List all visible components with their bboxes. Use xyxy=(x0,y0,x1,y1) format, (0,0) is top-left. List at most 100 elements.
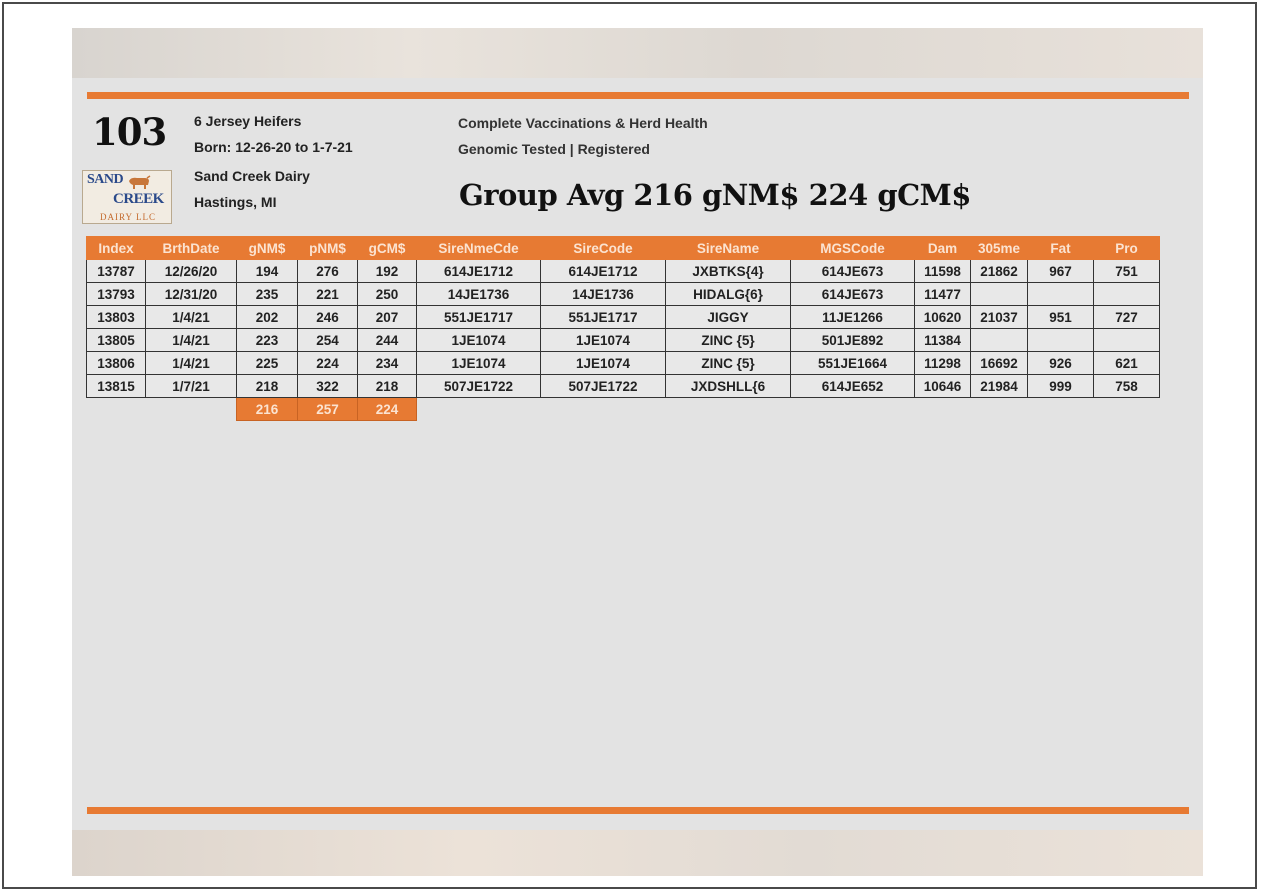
table-cell xyxy=(970,282,1028,306)
table-cell: 507JE1722 xyxy=(540,374,666,398)
table-cell: JXDSHLL{6 xyxy=(665,374,791,398)
table-cell: 221 xyxy=(297,282,358,306)
table-cell: 1JE1074 xyxy=(416,328,541,352)
table-cell: 926 xyxy=(1027,351,1094,375)
table-row: 13805 1/4/21 223 254 244 1JE1074 1JE1074… xyxy=(86,328,1160,352)
group-average-heading: Group Avg 216 gNM$ 224 gCM$ xyxy=(459,178,971,212)
header-gcm: gCM$ xyxy=(357,236,417,260)
logo-word-dairy: DAIRY LLC xyxy=(100,212,156,222)
lot-number: 103 xyxy=(92,110,167,154)
table-cell: 246 xyxy=(297,305,358,329)
table-cell: 614JE673 xyxy=(790,259,915,283)
table-cell xyxy=(1093,282,1160,306)
table-cell: 1/4/21 xyxy=(145,328,237,352)
table-cell: 202 xyxy=(236,305,298,329)
table-cell: 758 xyxy=(1093,374,1160,398)
table-cell: 12/26/20 xyxy=(145,259,237,283)
table-cell: 250 xyxy=(357,282,417,306)
avg-gcm: 224 xyxy=(357,397,417,421)
header-sire-name-code: SireNmeCde xyxy=(416,236,541,260)
table-row: 13803 1/4/21 202 246 207 551JE1717 551JE… xyxy=(86,305,1160,329)
table-cell: 13787 xyxy=(86,259,146,283)
header-index: Index xyxy=(86,236,146,260)
table-cell: 507JE1722 xyxy=(416,374,541,398)
table-cell: 13815 xyxy=(86,374,146,398)
table-cell xyxy=(1027,282,1094,306)
avg-pnm: 257 xyxy=(297,397,358,421)
header-gnm: gNM$ xyxy=(236,236,298,260)
table-cell: 999 xyxy=(1027,374,1094,398)
table-cell: JXBTKS{4} xyxy=(665,259,791,283)
vaccinations-line: Complete Vaccinations & Herd Health xyxy=(458,115,708,131)
header-dam: Dam xyxy=(914,236,971,260)
table-cell xyxy=(970,328,1028,352)
table-cell: ZINC {5} xyxy=(665,328,791,352)
table-cell: 192 xyxy=(357,259,417,283)
table-cell: 1/7/21 xyxy=(145,374,237,398)
table-cell: 322 xyxy=(297,374,358,398)
table-cell: 551JE1664 xyxy=(790,351,915,375)
table-cell: 501JE892 xyxy=(790,328,915,352)
lot-title: 6 Jersey Heifers xyxy=(194,113,302,129)
table-cell: 207 xyxy=(357,305,417,329)
table-cell: 21037 xyxy=(970,305,1028,329)
sand-creek-logo: SAND CREEK DAIRY LLC xyxy=(82,170,172,224)
header-sire-name: SireName xyxy=(665,236,791,260)
table-cell: 614JE1712 xyxy=(540,259,666,283)
born-range: Born: 12-26-20 to 1-7-21 xyxy=(194,139,353,155)
table-cell: 614JE1712 xyxy=(416,259,541,283)
farm-location: Hastings, MI xyxy=(194,194,277,210)
table-cell: 234 xyxy=(357,351,417,375)
table-cell: 1/4/21 xyxy=(145,351,237,375)
heifer-table: Index BrthDate gNM$ pNM$ gCM$ SireNmeCde… xyxy=(86,236,1160,421)
table-row: 13793 12/31/20 235 221 250 14JE1736 14JE… xyxy=(86,282,1160,306)
table-cell: 244 xyxy=(357,328,417,352)
lot-description: 6 Jersey Heifers Born: 12-26-20 to 1-7-2… xyxy=(194,108,353,160)
header-305me: 305me xyxy=(970,236,1028,260)
table-cell: 12/31/20 xyxy=(145,282,237,306)
table-cell: 276 xyxy=(297,259,358,283)
table-row: 13787 12/26/20 194 276 192 614JE1712 614… xyxy=(86,259,1160,283)
sale-sheet: 103 6 Jersey Heifers Born: 12-26-20 to 1… xyxy=(72,28,1203,876)
table-cell: 11477 xyxy=(914,282,971,306)
top-orange-rule xyxy=(87,92,1189,99)
table-row: 13806 1/4/21 225 224 234 1JE1074 1JE1074… xyxy=(86,351,1160,375)
table-cell: 967 xyxy=(1027,259,1094,283)
header-pnm: pNM$ xyxy=(297,236,358,260)
table-cell: 13793 xyxy=(86,282,146,306)
table-cell: 225 xyxy=(236,351,298,375)
table-cell: 1JE1074 xyxy=(416,351,541,375)
table-cell: 1/4/21 xyxy=(145,305,237,329)
table-cell: 21984 xyxy=(970,374,1028,398)
farm-info: Sand Creek Dairy Hastings, MI xyxy=(194,163,310,215)
table-cell: 621 xyxy=(1093,351,1160,375)
table-cell: 235 xyxy=(236,282,298,306)
table-cell: 13803 xyxy=(86,305,146,329)
table-cell: 727 xyxy=(1093,305,1160,329)
table-cell: ZINC {5} xyxy=(665,351,791,375)
table-cell: 218 xyxy=(236,374,298,398)
header-mgs-code: MGSCode xyxy=(790,236,915,260)
table-cell: 218 xyxy=(357,374,417,398)
table-cell: 10620 xyxy=(914,305,971,329)
bottom-orange-rule xyxy=(87,807,1189,814)
table-cell: 14JE1736 xyxy=(416,282,541,306)
table-cell: 16692 xyxy=(970,351,1028,375)
bottom-blur-band xyxy=(72,830,1203,876)
table-cell: 21862 xyxy=(970,259,1028,283)
table-cell: HIDALG{6} xyxy=(665,282,791,306)
table-cell: 614JE652 xyxy=(790,374,915,398)
top-blur-band xyxy=(72,28,1203,78)
header-fat: Fat xyxy=(1027,236,1094,260)
avg-gnm: 216 xyxy=(236,397,298,421)
table-cell: 11JE1266 xyxy=(790,305,915,329)
table-cell: 194 xyxy=(236,259,298,283)
genomic-line: Genomic Tested | Registered xyxy=(458,141,650,157)
logo-word-creek: CREEK xyxy=(113,191,164,207)
table-cell: 951 xyxy=(1027,305,1094,329)
table-cell xyxy=(1093,328,1160,352)
lot-features: Complete Vaccinations & Herd Health Geno… xyxy=(458,110,708,162)
header-birth-date: BrthDate xyxy=(145,236,237,260)
table-cell: 11384 xyxy=(914,328,971,352)
table-cell: 14JE1736 xyxy=(540,282,666,306)
